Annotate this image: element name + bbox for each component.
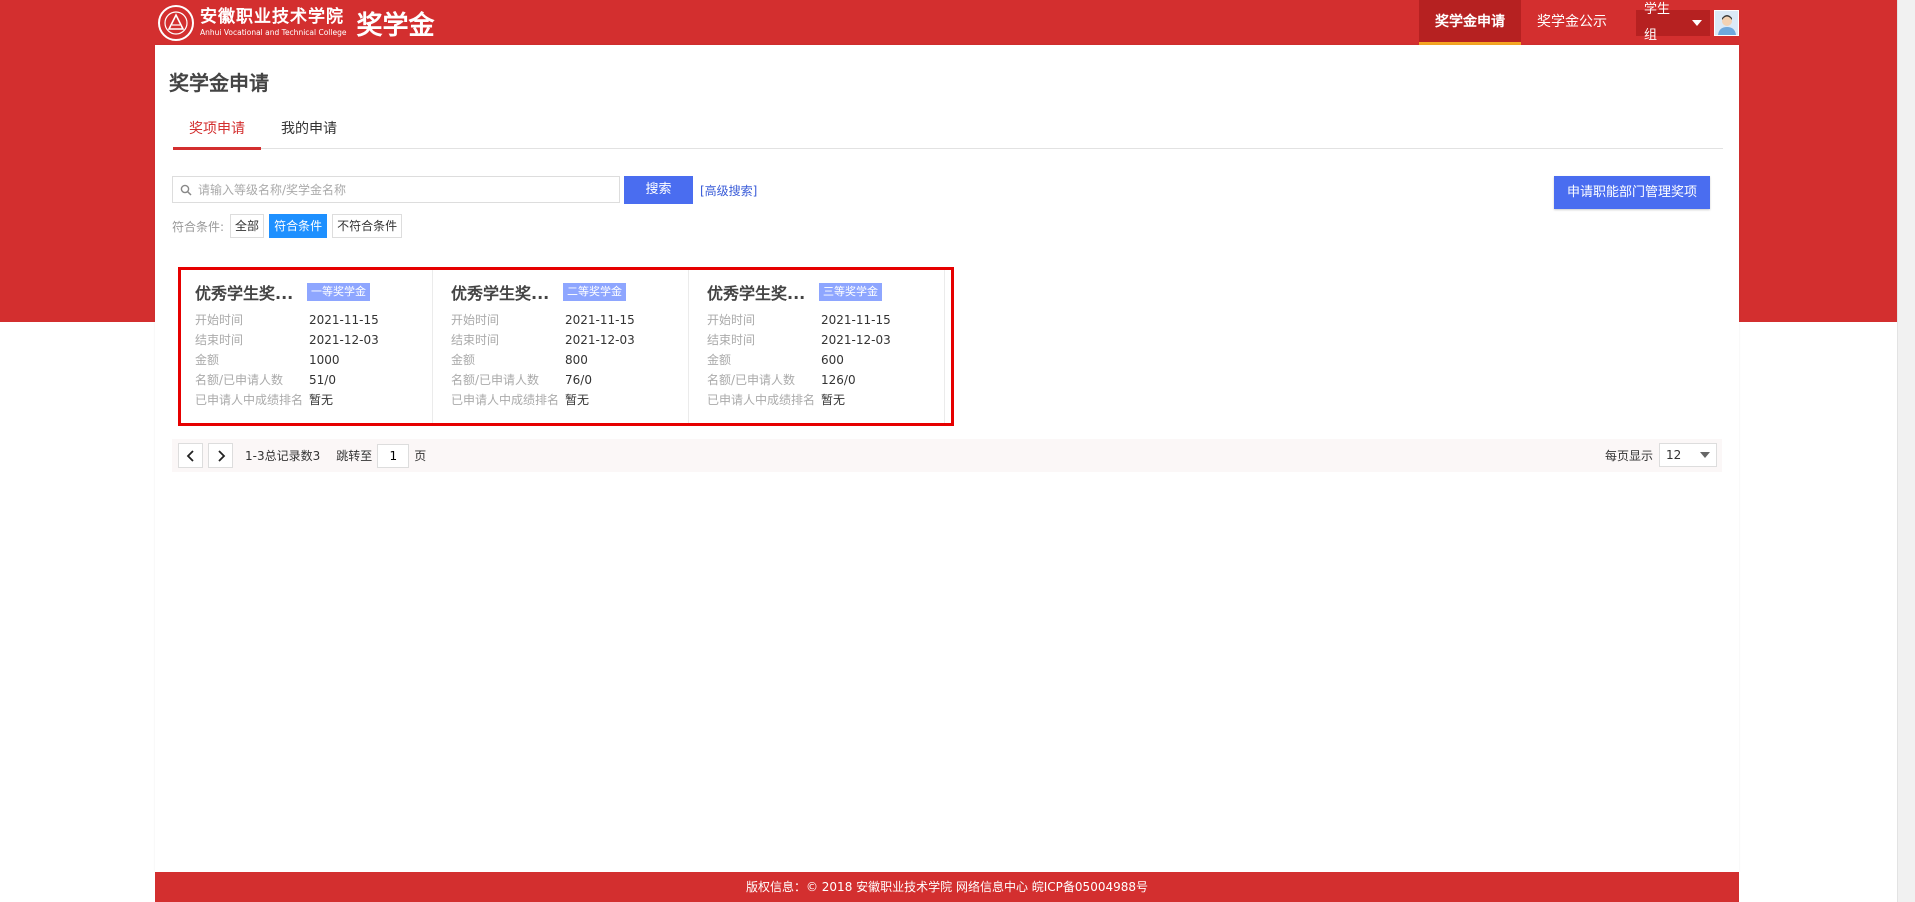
- college-name-en: Anhui Vocational and Technical College: [200, 28, 347, 38]
- eligibility-filter: 符合条件: 全部 符合条件 不符合条件: [172, 214, 407, 238]
- grade-badge: 三等奖学金: [819, 283, 882, 301]
- scholarship-card[interactable]: 优秀学生奖... 一等奖学金 开始时间 2021-11-15 结束时间 2021-1…: [181, 270, 433, 423]
- scroll-up-arrow-icon[interactable]: [1901, 0, 1911, 14]
- role-label: 学生组: [1644, 2, 1671, 43]
- top-nav: 奖学金申请 奖学金公示: [1419, 0, 1623, 45]
- tab-my-applications[interactable]: 我的申请: [265, 118, 353, 147]
- page-size-label: 每页显示: [1604, 448, 1653, 463]
- filter-eligible[interactable]: 符合条件: [269, 214, 328, 238]
- scholarship-card[interactable]: 优秀学生奖... 二等奖学金 开始时间 2021-11-15 结束时间 2021-1…: [437, 270, 689, 423]
- end-time-label: 结束时间: [195, 333, 244, 347]
- rank-value: 暂无: [309, 393, 334, 407]
- user-avatar-icon: [1714, 11, 1738, 35]
- amount-value: 800: [565, 353, 588, 367]
- chevron-left-icon: [186, 449, 194, 462]
- rank-label: 已申请人中成绩排名: [451, 393, 560, 407]
- tab-bar: 奖项申请 我的申请: [173, 118, 1723, 150]
- start-time-value: 2021-11-15: [309, 313, 379, 327]
- main-panel: 奖学金申请 奖项申请 我的申请 搜索 [高级搜索] 申请职能部门管理奖项 符合条…: [155, 45, 1739, 872]
- quota-value: 76/0: [565, 373, 592, 387]
- prev-page-button[interactable]: [178, 443, 203, 468]
- college-logo[interactable]: 安徽职业技术学院 Anhui Vocational and Technical …: [158, 4, 434, 42]
- next-page-button[interactable]: [208, 443, 233, 468]
- start-time-value: 2021-11-15: [821, 313, 891, 327]
- nav-scholarship-apply[interactable]: 奖学金申请: [1419, 0, 1521, 45]
- quota-value: 51/0: [309, 373, 336, 387]
- card-title: 优秀学生奖...: [707, 284, 806, 303]
- tab-award-apply[interactable]: 奖项申请: [173, 118, 261, 150]
- grade-badge: 二等奖学金: [563, 283, 626, 301]
- chevron-right-icon: [217, 449, 225, 462]
- end-time-value: 2021-12-03: [309, 333, 379, 347]
- top-header: 安徽职业技术学院 Anhui Vocational and Technical …: [155, 0, 1739, 45]
- filter-ineligible[interactable]: 不符合条件: [332, 214, 403, 238]
- chevron-down-icon: [1691, 20, 1702, 26]
- search-icon: [179, 183, 193, 197]
- amount-label: 金额: [195, 353, 220, 367]
- amount-value: 600: [821, 353, 844, 367]
- amount-label: 金额: [707, 353, 732, 367]
- jump-label: 跳转至: [336, 449, 373, 463]
- filter-all[interactable]: 全部: [230, 214, 265, 238]
- search-box: [172, 176, 620, 203]
- rank-label: 已申请人中成绩排名: [195, 393, 304, 407]
- apply-department-manage-button[interactable]: 申请职能部门管理奖项: [1554, 176, 1710, 209]
- end-time-value: 2021-12-03: [821, 333, 891, 347]
- end-time-label: 结束时间: [451, 333, 500, 347]
- rank-label: 已申请人中成绩排名: [707, 393, 816, 407]
- start-time-label: 开始时间: [451, 313, 500, 327]
- page-size-value: 12: [1666, 448, 1682, 462]
- record-count: 1-3总记录数3: [245, 449, 321, 463]
- role-select[interactable]: 学生组: [1636, 2, 1710, 43]
- amount-value: 1000: [309, 353, 340, 367]
- end-time-value: 2021-12-03: [565, 333, 635, 347]
- start-time-label: 开始时间: [195, 313, 244, 327]
- start-time-value: 2021-11-15: [565, 313, 635, 327]
- user-menu: 学生组: [1636, 2, 1739, 43]
- page-size-select[interactable]: 12: [1659, 443, 1717, 467]
- quota-value: 126/0: [821, 373, 856, 387]
- quota-label: 名额/已申请人数: [195, 373, 284, 387]
- nav-scholarship-public[interactable]: 奖学金公示: [1521, 0, 1623, 45]
- end-time-label: 结束时间: [707, 333, 756, 347]
- avatar[interactable]: [1713, 10, 1739, 36]
- college-name: 安徽职业技术学院 Anhui Vocational and Technical …: [200, 9, 346, 37]
- quota-label: 名额/已申请人数: [707, 373, 796, 387]
- quota-label: 名额/已申请人数: [451, 373, 540, 387]
- advanced-search-link[interactable]: [高级搜索]: [700, 182, 757, 199]
- start-time-label: 开始时间: [707, 313, 756, 327]
- card-title: 优秀学生奖...: [451, 284, 550, 303]
- rank-value: 暂无: [821, 393, 846, 407]
- chevron-down-icon: [1700, 452, 1710, 458]
- app-title: 奖学金: [356, 10, 435, 41]
- rank-value: 暂无: [565, 393, 590, 407]
- college-name-cn: 安徽职业技术学院: [200, 7, 344, 28]
- card-title: 优秀学生奖...: [195, 284, 294, 303]
- scholarship-card-list: 优秀学生奖... 一等奖学金 开始时间 2021-11-15 结束时间 2021-1…: [178, 267, 954, 426]
- footer-copyright: 版权信息：© 2018 安徽职业技术学院 网络信息中心 皖ICP备0500498…: [155, 872, 1739, 902]
- amount-label: 金额: [451, 353, 476, 367]
- page-unit-label: 页: [414, 449, 427, 463]
- search-button[interactable]: 搜索: [624, 176, 693, 204]
- grade-badge: 一等奖学金: [307, 283, 370, 301]
- page-title: 奖学金申请: [169, 71, 269, 95]
- search-input[interactable]: [196, 176, 619, 203]
- pagination-bar: 1-3总记录数3 跳转至 页 每页显示 12: [172, 439, 1722, 472]
- college-seal-icon: [158, 5, 194, 41]
- scholarship-card[interactable]: 优秀学生奖... 三等奖学金 开始时间 2021-11-15 结束时间 2021-1…: [693, 270, 945, 423]
- vertical-scrollbar[interactable]: [1897, 0, 1915, 902]
- filter-label: 符合条件:: [172, 219, 225, 234]
- page-number-input[interactable]: [377, 443, 410, 468]
